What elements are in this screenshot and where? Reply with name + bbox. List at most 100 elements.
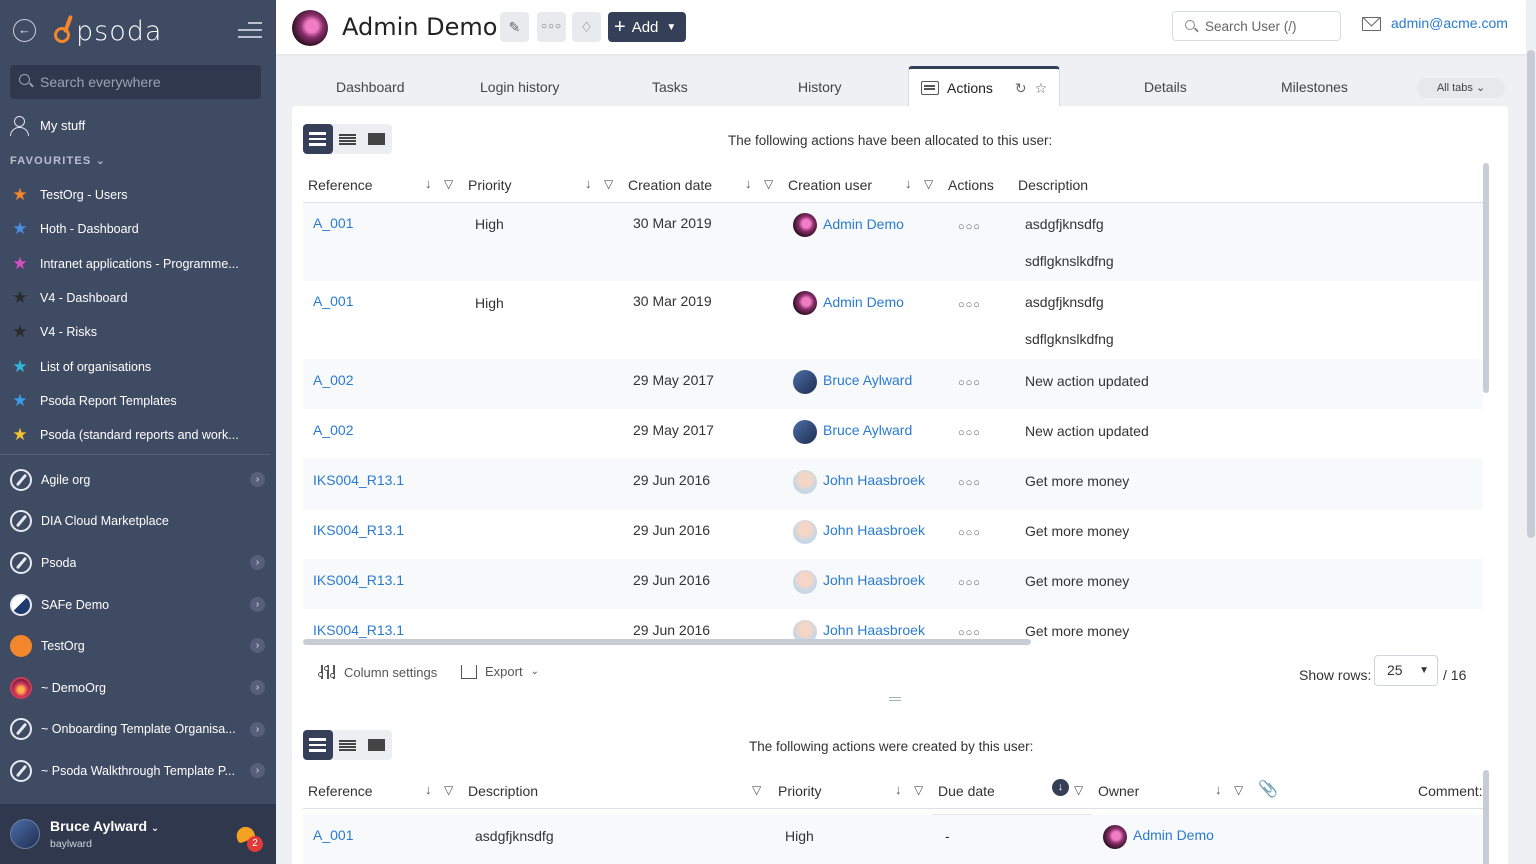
col-priority[interactable]: Priority — [778, 783, 822, 799]
org-item[interactable]: Agile org › — [10, 459, 268, 501]
filter-icon[interactable]: ▽ — [1074, 783, 1083, 797]
table-row[interactable]: IKS004_R13.1 29 Jun 2016 John Haasbroek … — [303, 609, 1483, 641]
reference-link[interactable]: A_001 — [313, 293, 353, 309]
col-description[interactable]: Description — [1018, 177, 1088, 193]
org-item[interactable]: DIA Cloud Marketplace — [10, 501, 268, 543]
org-item[interactable]: Psoda › — [10, 542, 268, 584]
reference-link[interactable]: A_001 — [313, 827, 353, 843]
sort-arrow-icon[interactable]: ↓ — [1215, 782, 1222, 797]
chevron-right-icon[interactable]: › — [250, 596, 265, 612]
chevron-right-icon[interactable]: › — [250, 679, 265, 695]
back-arrow-icon[interactable]: ← — [13, 19, 36, 42]
column-settings-button[interactable]: Column settings — [318, 664, 437, 680]
filter-icon[interactable]: ▽ — [444, 177, 453, 191]
org-item[interactable]: ~ Psoda Walkthrough Template P... › — [10, 750, 268, 792]
more-options-icon[interactable]: ○○○ — [537, 12, 566, 42]
refresh-icon[interactable]: ↻ — [1015, 80, 1027, 97]
table-row[interactable]: IKS004_R13.1 29 Jun 2016 John Haasbroek … — [303, 459, 1483, 509]
creation-user-link[interactable]: John Haasbroek — [823, 572, 925, 588]
owner-link[interactable]: Admin Demo — [1133, 827, 1214, 843]
org-item[interactable]: TestOrg › — [10, 625, 268, 667]
view-dense-icon[interactable] — [362, 730, 392, 760]
favourite-item[interactable]: ★ Intranet applications - Programme... — [10, 247, 266, 281]
global-search-input[interactable] — [40, 65, 255, 99]
table-horizontal-scrollbar-thumb[interactable] — [303, 639, 1031, 645]
creation-user-link[interactable]: John Haasbroek — [823, 472, 925, 488]
star-outline-icon[interactable]: ☆ — [1035, 80, 1048, 97]
my-stuff-link[interactable]: My stuff — [10, 114, 85, 136]
org-item[interactable]: ~ Onboarding Template Organisa... › — [10, 709, 268, 751]
col-reference[interactable]: Reference — [308, 783, 373, 799]
table-row[interactable]: A_001 asdgfjknsdfg High - Admin Demo — [303, 815, 1483, 864]
tag-icon[interactable]: ♢ — [572, 12, 601, 42]
table-row[interactable]: IKS004_R13.1 29 Jun 2016 John Haasbroek … — [303, 559, 1483, 609]
filter-icon[interactable]: ▽ — [444, 783, 453, 797]
col-owner[interactable]: Owner — [1098, 783, 1139, 799]
filter-icon[interactable]: ▽ — [752, 783, 761, 797]
tab-tasks[interactable]: Tasks — [652, 79, 688, 95]
reference-link[interactable]: A_002 — [313, 372, 353, 388]
tab-milestones[interactable]: Milestones — [1281, 79, 1348, 95]
favourite-item[interactable]: ★ Psoda Report Templates — [10, 384, 266, 418]
user-footer[interactable]: Bruce Aylward ⌄ baylward 2 — [0, 804, 276, 864]
table-row[interactable]: A_001 High 30 Mar 2019 Admin Demo ○○○ as… — [303, 203, 1483, 281]
row-actions-icon[interactable]: ○○○ — [958, 299, 981, 311]
sort-arrow-icon[interactable]: ↓ — [425, 782, 432, 797]
row-actions-icon[interactable]: ○○○ — [958, 527, 981, 539]
row-actions-icon[interactable]: ○○○ — [958, 427, 981, 439]
edit-pencil-icon[interactable]: ✎ — [500, 12, 529, 42]
sort-arrow-icon[interactable]: ↓ — [585, 176, 592, 191]
org-item[interactable]: SAFe Demo › — [10, 584, 268, 626]
chevron-right-icon[interactable]: › — [250, 763, 265, 779]
chevron-right-icon[interactable]: › — [250, 472, 265, 487]
page-scrollbar[interactable] — [1526, 50, 1536, 540]
favourite-item[interactable]: ★ Hoth - Dashboard — [10, 212, 266, 246]
table-horizontal-scrollbar[interactable] — [303, 638, 1477, 646]
creation-user-link[interactable]: Bruce Aylward — [823, 372, 912, 388]
user-email-link[interactable]: admin@acme.com — [1391, 15, 1508, 31]
tab-history[interactable]: History — [798, 79, 842, 95]
export-button[interactable]: Export ⌄ — [461, 664, 539, 679]
reference-link[interactable]: IKS004_R13.1 — [313, 472, 404, 488]
reference-link[interactable]: IKS004_R13.1 — [313, 522, 404, 538]
show-rows-select[interactable]: 25 ▼ — [1374, 655, 1438, 686]
chevron-right-icon[interactable]: › — [250, 638, 265, 654]
creation-user-link[interactable]: Admin Demo — [823, 294, 904, 310]
filter-icon[interactable]: ▽ — [1234, 783, 1243, 797]
col-comments[interactable]: Comment: — [1418, 783, 1483, 799]
view-comfortable-icon[interactable] — [303, 124, 333, 154]
view-comfortable-icon[interactable] — [303, 730, 333, 760]
view-compact-icon[interactable] — [333, 124, 363, 154]
col-reference[interactable]: Reference — [308, 177, 373, 193]
reference-link[interactable]: IKS004_R13.1 — [313, 572, 404, 588]
table-row[interactable]: A_002 29 May 2017 Bruce Aylward ○○○ New … — [303, 409, 1483, 459]
creation-user-link[interactable]: Admin Demo — [823, 216, 904, 232]
col-priority[interactable]: Priority — [468, 177, 512, 193]
row-actions-icon[interactable]: ○○○ — [958, 577, 981, 589]
section-resize-handle[interactable] — [889, 697, 901, 705]
tab-dashboard[interactable]: Dashboard — [336, 79, 405, 95]
search-user-input[interactable] — [1205, 12, 1335, 40]
reference-link[interactable]: A_001 — [313, 215, 353, 231]
table-vertical-scrollbar[interactable] — [1483, 163, 1489, 393]
sort-arrow-icon[interactable]: ↓ — [745, 176, 752, 191]
table-row[interactable]: A_002 29 May 2017 Bruce Aylward ○○○ New … — [303, 359, 1483, 409]
filter-icon[interactable]: ▽ — [764, 177, 773, 191]
favourites-heading[interactable]: FAVOURITES ⌄ — [10, 154, 106, 167]
favourite-item[interactable]: ★ Psoda (standard reports and work... — [10, 418, 266, 452]
filter-icon[interactable]: ▽ — [924, 177, 933, 191]
psoda-logo[interactable]: psoda — [52, 14, 162, 48]
row-actions-icon[interactable]: ○○○ — [958, 477, 981, 489]
favourite-item[interactable]: ★ V4 - Dashboard — [10, 281, 266, 315]
reference-link[interactable]: A_002 — [313, 422, 353, 438]
favourite-item[interactable]: ★ V4 - Risks — [10, 315, 266, 349]
col-creation-user[interactable]: Creation user — [788, 177, 872, 193]
tab-actions[interactable]: Actions ↻ ☆ — [908, 66, 1061, 107]
row-actions-icon[interactable]: ○○○ — [958, 221, 981, 233]
creation-user-link[interactable]: John Haasbroek — [823, 522, 925, 538]
collapse-menu-icon[interactable] — [238, 22, 262, 40]
sort-active-icon[interactable]: ↓ — [1052, 779, 1069, 796]
tab-details[interactable]: Details — [1144, 79, 1187, 95]
table-row[interactable]: A_001 High 30 Mar 2019 Admin Demo ○○○ as… — [303, 281, 1483, 359]
favourite-item[interactable]: ★ TestOrg - Users — [10, 178, 266, 212]
